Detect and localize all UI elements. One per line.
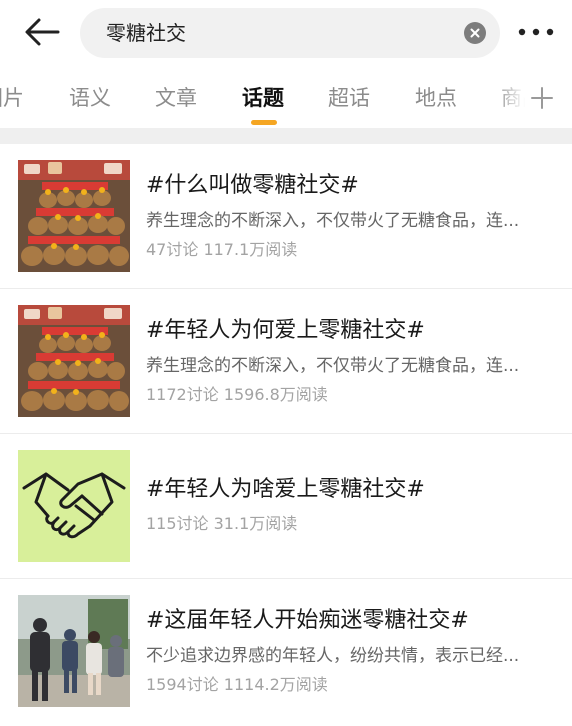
- topic-title: #什么叫做零糖社交#: [146, 173, 359, 198]
- topic-title: #年轻人为何爱上零糖社交#: [146, 318, 425, 343]
- topic-thumbnail: [18, 160, 130, 272]
- topic-thumbnail: [18, 595, 130, 707]
- tab-super-topics[interactable]: 超话: [328, 84, 370, 112]
- topic-stats: 1172讨论 1596.8万阅读: [146, 385, 328, 404]
- back-button[interactable]: [22, 14, 62, 50]
- topic-thumbnail: [18, 450, 130, 562]
- topic-description: 养生理念的不断深入，不仅带火了无糖食品，连...: [146, 356, 520, 376]
- topic-list: #什么叫做零糖社交# 养生理念的不断深入，不仅带火了无糖食品，连... 47讨论…: [0, 144, 572, 723]
- top-bar: 零糖社交: [0, 0, 572, 64]
- arrow-left-icon: [25, 18, 60, 46]
- topic-text: #年轻人为何爱上零糖社交# 养生理念的不断深入，不仅带火了无糖食品，连... 1…: [146, 315, 558, 407]
- topic-text: #这届年轻人开始痴迷零糖社交# 不少追求边界感的年轻人，纷纷共情，表示已经...…: [146, 605, 558, 697]
- topic-text: #年轻人为啥爱上零糖社交# 115讨论 31.1万阅读: [146, 474, 558, 536]
- topic-stats: 47讨论 117.1万阅读: [146, 240, 298, 259]
- tab-articles[interactable]: 文章: [155, 84, 197, 112]
- topic-description: 养生理念的不断深入，不仅带火了无糖食品，连...: [146, 211, 520, 231]
- handshake-icon: [18, 450, 130, 562]
- topic-item[interactable]: #这届年轻人开始痴迷零糖社交# 不少追求边界感的年轻人，纷纷共情，表示已经...…: [0, 579, 572, 723]
- plus-icon: [531, 87, 553, 109]
- search-query: 零糖社交: [106, 21, 186, 45]
- people-photo-image: [18, 595, 130, 707]
- active-tab-indicator: [251, 120, 277, 125]
- plush-toys-image: [18, 305, 130, 417]
- topic-stats: 1594讨论 1114.2万阅读: [146, 675, 328, 694]
- topic-text: #什么叫做零糖社交# 养生理念的不断深入，不仅带火了无糖食品，连... 47讨论…: [146, 170, 558, 262]
- clear-circle-icon: [470, 28, 480, 38]
- more-button[interactable]: [514, 22, 558, 42]
- plush-toys-image: [18, 160, 130, 272]
- tab-images[interactable]: 图片: [0, 84, 24, 112]
- topic-item[interactable]: #年轻人为啥爱上零糖社交# 115讨论 31.1万阅读: [0, 434, 572, 579]
- add-tab-button[interactable]: [530, 86, 554, 110]
- clear-search-button[interactable]: [464, 22, 486, 44]
- search-input[interactable]: 零糖社交: [80, 8, 500, 58]
- topic-description: 不少追求边界感的年轻人，纷纷共情，表示已经...: [146, 646, 520, 666]
- tab-semantic[interactable]: 语义: [69, 84, 111, 112]
- topic-item[interactable]: #年轻人为何爱上零糖社交# 养生理念的不断深入，不仅带火了无糖食品，连... 1…: [0, 289, 572, 434]
- section-divider: [0, 128, 572, 144]
- search-tabs: 图片 语义 文章 话题 超话 地点 商品: [0, 70, 572, 128]
- tab-topics[interactable]: 话题: [242, 84, 284, 112]
- tab-places[interactable]: 地点: [415, 84, 457, 112]
- topic-stats: 115讨论 31.1万阅读: [146, 514, 298, 533]
- topic-item[interactable]: #什么叫做零糖社交# 养生理念的不断深入，不仅带火了无糖食品，连... 47讨论…: [0, 144, 572, 289]
- topic-title: #年轻人为啥爱上零糖社交#: [146, 477, 425, 502]
- more-dots-icon: [518, 28, 554, 36]
- topic-thumbnail: [18, 305, 130, 417]
- topic-title: #这届年轻人开始痴迷零糖社交#: [146, 608, 469, 633]
